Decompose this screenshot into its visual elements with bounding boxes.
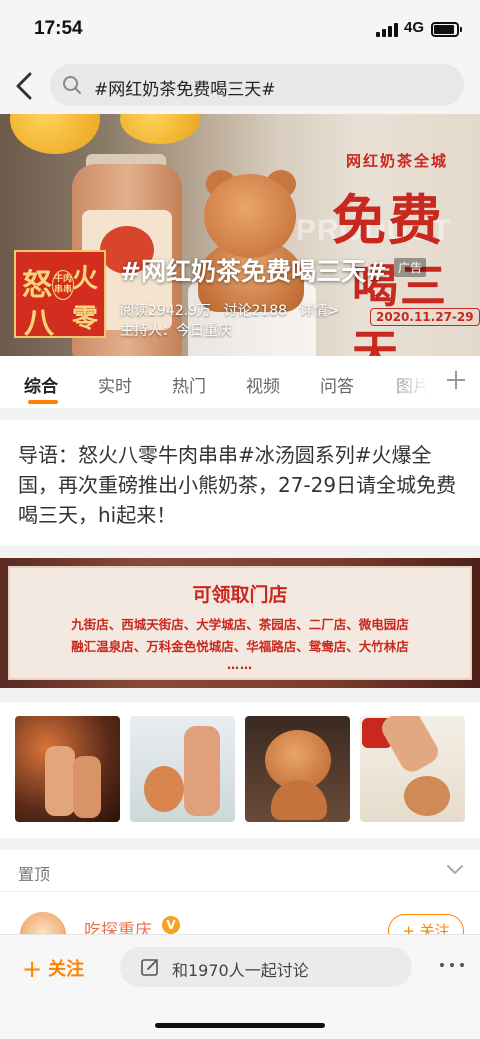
logo-badge: 牛肉串串 [52,270,74,300]
store-title: 可领取门店 [192,584,288,606]
chevron-left-icon [16,72,32,100]
topic-host[interactable]: 主持人：今日重庆 [120,320,232,340]
photo-thumbnail[interactable] [360,716,465,822]
promo-headline-1: 免费 [332,188,444,252]
promo-date: 2020.11.27-29 [370,308,480,326]
logo-char: 火 [72,264,99,294]
status-time: 17:54 [34,18,83,39]
store-list-line: 九街店、西城天街店、大学城店、茶园店、二厂店、微电园店 [71,617,409,632]
chevron-down-icon[interactable] [446,864,464,876]
photo-thumbnail[interactable] [130,716,235,822]
discussion-count: 讨论2188 [223,303,288,319]
tab-bar: 综合 实时 热门 视频 问答 图片 [0,356,480,408]
store-ellipsis: …… [227,658,253,672]
store-card: 可领取门店 九街店、西城天街店、大学城店、茶园店、二厂店、微电园店 融汇温泉店、… [8,566,472,680]
follow-topic-label: 关注 [48,959,85,980]
read-count: 阅读2942.9万 [120,303,211,319]
orange-decoration [10,114,100,154]
plus-icon: + [22,955,43,983]
logo-char: 零 [72,304,99,334]
photo-thumbnail[interactable] [15,716,120,822]
tab-video[interactable]: 视频 [246,372,280,397]
edit-icon [141,959,158,976]
more-options-icon[interactable] [440,963,464,971]
status-bar: 17:54 4G [0,0,480,60]
follow-topic-button[interactable]: + 关注 [22,955,84,983]
bottom-bar: + 关注 和1970人一起讨论 [0,934,480,1039]
network-label: 4G [404,19,425,36]
tab-qa[interactable]: 问答 [320,372,354,397]
back-button[interactable] [12,70,38,102]
details-link[interactable]: 详情> [300,303,340,319]
promo-subtitle: 网红奶茶全城 [346,152,449,170]
orange-decoration [120,114,200,144]
intro-text: 导语：怒火八零牛肉串串#冰汤圆系列#火爆全国，再次重磅推出小熊奶茶，27-29日… [18,443,457,527]
search-query: #网红奶茶免费喝三天# [94,80,276,100]
search-icon [63,76,81,94]
topic-banner[interactable]: PRODUCT 网红奶茶全城 免费 喝三天 2020.11.27-29 怒 八 … [0,114,480,356]
photo-grid [0,702,480,838]
topic-intro: 导语：怒火八零牛肉串串#冰汤圆系列#火爆全国，再次重磅推出小熊奶茶，27-29日… [0,420,480,546]
bear-ice-head [204,174,296,258]
pinned-label: 置顶 [18,865,51,884]
tab-fade [380,356,440,408]
topic-stats: 阅读2942.9万 讨论2188 详情> [120,300,347,320]
brand-logo: 怒 八 火 零 牛肉串串 [14,250,106,341]
search-input[interactable]: #网红奶茶免费喝三天# [50,64,464,106]
active-tab-indicator [28,400,58,404]
photo-thumbnail[interactable] [245,716,350,822]
logo-char: 八 [24,306,54,341]
pinned-section[interactable]: 置顶 [0,850,480,892]
tab-realtime[interactable]: 实时 [98,372,132,397]
tab-hot[interactable]: 热门 [172,372,206,397]
verified-badge-icon: V [162,916,180,934]
add-tab-icon[interactable] [444,368,468,392]
discuss-input[interactable]: 和1970人一起讨论 [120,947,412,987]
ad-badge: 广告 [394,258,427,277]
search-header: #网红奶茶免费喝三天# [0,60,480,114]
home-indicator [155,1023,325,1028]
battery-icon [431,22,462,37]
topic-title: #网红奶茶免费喝三天# [120,257,387,286]
discuss-placeholder: 和1970人一起讨论 [172,961,309,980]
signal-icon [376,23,400,37]
tab-comprehensive[interactable]: 综合 [24,372,58,397]
store-list-line: 融汇温泉店、万科金色悦城店、华福路店、鸳鸯店、大竹林店 [71,639,409,654]
store-banner[interactable]: 可领取门店 九街店、西城天街店、大学城店、茶园店、二厂店、微电园店 融汇温泉店、… [0,558,480,688]
